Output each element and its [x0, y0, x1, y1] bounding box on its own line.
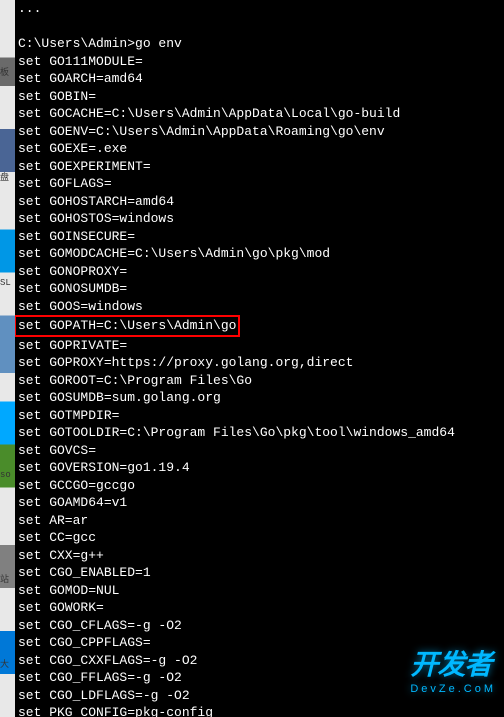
env-line: set GOENV=C:\Users\Admin\AppData\Roaming… [18, 123, 501, 141]
env-line: set CXX=g++ [18, 547, 501, 565]
env-line: set GOVERSION=go1.19.4 [18, 459, 501, 477]
prompt: C:\Users\Admin> [18, 36, 135, 51]
env-line: set GOHOSTOS=windows [18, 210, 501, 228]
env-line: set CGO_LDFLAGS=-g -O2 [18, 687, 501, 705]
command-text: go env [135, 36, 182, 51]
env-line: set GOHOSTARCH=amd64 [18, 193, 501, 211]
env-line: set GOMODCACHE=C:\Users\Admin\go\pkg\mod [18, 245, 501, 263]
env-line: set GCCGO=gccgo [18, 477, 501, 495]
env-line: set GOROOT=C:\Program Files\Go [18, 372, 501, 390]
sidebar-label: 板 [0, 68, 9, 78]
env-line: set GOTOOLDIR=C:\Program Files\Go\pkg\to… [18, 424, 501, 442]
sidebar-label: 盘 [0, 173, 9, 183]
env-line: set GO111MODULE= [18, 53, 501, 71]
terminal-blank-line [18, 18, 501, 36]
env-line: set GOINSECURE= [18, 228, 501, 246]
env-line: set GONOSUMDB= [18, 280, 501, 298]
terminal-command-line: C:\Users\Admin>go env [18, 35, 501, 53]
env-line: set CC=gcc [18, 529, 501, 547]
env-line: set GOPRIVATE= [18, 337, 501, 355]
env-line: set CGO_CXXFLAGS=-g -O2 [18, 652, 501, 670]
env-line: set GOVCS= [18, 442, 501, 460]
env-line: set GOTMPDIR= [18, 407, 501, 425]
sidebar-label: SL [0, 278, 11, 288]
cmd-terminal[interactable]: ... C:\Users\Admin>go env set GO111MODUL… [15, 0, 504, 717]
sidebar-label: 站 [0, 575, 9, 585]
env-line: set CGO_CPPFLAGS= [18, 634, 501, 652]
env-line: set GOARCH=amd64 [18, 70, 501, 88]
env-line: set CGO_CFLAGS=-g -O2 [18, 617, 501, 635]
gopath-highlight: set GOPATH=C:\Users\Admin\go [15, 315, 240, 337]
env-line: set GOEXPERIMENT= [18, 158, 501, 176]
env-line: set CGO_FFLAGS=-g -O2 [18, 669, 501, 687]
sidebar-label: so [0, 470, 11, 480]
env-line: set GOSUMDB=sum.golang.org [18, 389, 501, 407]
env-line: set CGO_ENABLED=1 [18, 564, 501, 582]
desktop-taskbar-fragment: 板 盘 SL so 站 大 [0, 0, 15, 717]
env-line: set GOBIN= [18, 88, 501, 106]
env-line: set GOOS=windows [18, 298, 501, 316]
env-line: set GOMOD=NUL [18, 582, 501, 600]
env-line: set PKG_CONFIG=pkg-config [18, 704, 501, 717]
sidebar-label: 大 [0, 660, 9, 670]
env-line-highlighted: set GOPATH=C:\Users\Admin\go [18, 315, 501, 337]
env-line: set GOEXE=.exe [18, 140, 501, 158]
env-line: set GONOPROXY= [18, 263, 501, 281]
terminal-title-line: ... [18, 0, 501, 18]
env-line: set GOCACHE=C:\Users\Admin\AppData\Local… [18, 105, 501, 123]
env-line: set GOFLAGS= [18, 175, 501, 193]
env-line: set AR=ar [18, 512, 501, 530]
env-line: set GOWORK= [18, 599, 501, 617]
env-line: set GOPROXY=https://proxy.golang.org,dir… [18, 354, 501, 372]
env-line: set GOAMD64=v1 [18, 494, 501, 512]
